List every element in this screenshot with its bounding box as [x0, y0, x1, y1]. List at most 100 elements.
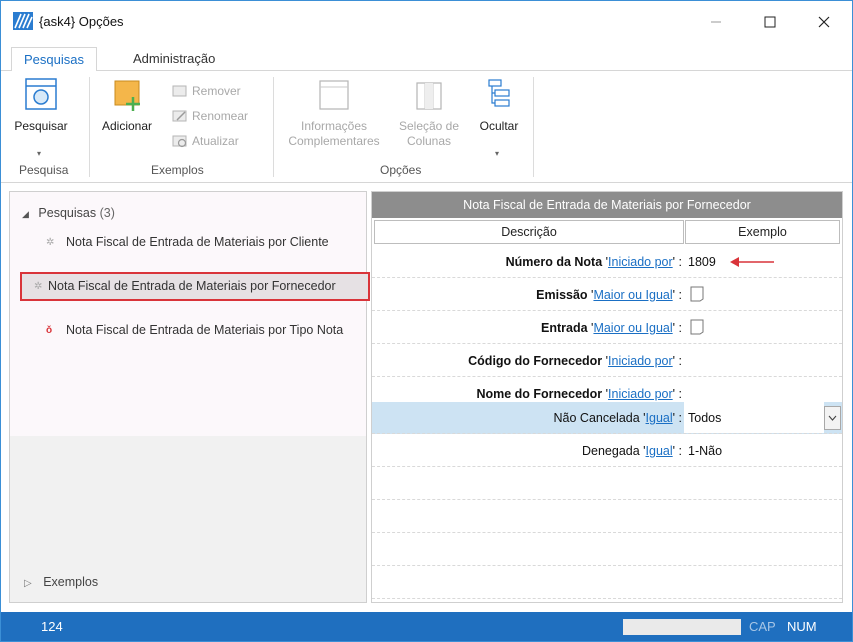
hide-tree-icon [488, 79, 510, 107]
search-item-modified-icon: ǒ [46, 325, 53, 336]
tree-root-exemplos[interactable]: ▷ Exemplos [24, 575, 98, 589]
remover-button[interactable]: Remover [171, 81, 241, 101]
operator-link[interactable]: Igual [646, 444, 673, 458]
operator-link[interactable]: Igual [646, 411, 673, 425]
calendar-icon[interactable] [690, 286, 704, 302]
ribbon: Pesquisar ▾ Adicionar Remover Renomear A… [1, 71, 852, 183]
remover-label: Remover [192, 84, 241, 98]
selecao-colunas-button[interactable]: Seleção de Colunas [393, 77, 465, 149]
caps-lock-indicator: CAP [749, 619, 776, 634]
tree-item-label: Nota Fiscal de Entrada de Materiais por … [66, 235, 329, 249]
field-label: Não Cancelada [553, 411, 640, 425]
adicionar-label: Adicionar [101, 119, 153, 133]
tree-root-count: (3) [99, 206, 115, 220]
pesquisar-button[interactable]: Pesquisar [9, 77, 73, 134]
field-label: Denegada [581, 444, 640, 458]
tab-pesquisas[interactable]: Pesquisas [11, 47, 97, 72]
combo-value[interactable]: Todos [688, 411, 721, 425]
ribbon-separator [89, 77, 90, 177]
operator-link[interactable]: Iniciado por [608, 387, 673, 401]
pesquisar-dropdown-icon[interactable]: ▾ [37, 149, 41, 158]
rename-icon [172, 110, 187, 122]
collapse-triangle-icon[interactable]: ◢ [22, 209, 29, 219]
tree-item-tipo-nota[interactable]: ǒ Nota Fiscal de Entrada de Materiais po… [46, 322, 346, 339]
maximize-button[interactable] [747, 7, 793, 37]
tree-root-pesquisas[interactable]: ◢ Pesquisas (3) [22, 206, 115, 220]
ocultar-button[interactable]: Ocultar [471, 77, 527, 134]
pesquisar-label: Pesquisar [14, 119, 68, 133]
status-code: 124 [41, 619, 63, 634]
grid-row-codigo-fornecedor[interactable]: Código do Fornecedor 'Iniciado por' : [372, 345, 842, 377]
informacoes-complementares-button[interactable]: Informações Complementares [279, 77, 389, 149]
grid-row-numero-nota[interactable]: Número da Nota 'Iniciado por' : 1809 [372, 246, 842, 278]
info-label-line2: Complementares [288, 134, 380, 148]
ribbon-separator [533, 77, 534, 177]
field-label: Nome do Fornecedor [476, 387, 603, 401]
field-label: Emissão [536, 288, 588, 302]
chevron-down-icon [828, 415, 837, 421]
row-value[interactable]: 1-Não [688, 444, 722, 458]
grid-row-empty [372, 501, 842, 533]
grid-row-empty [372, 468, 842, 500]
app-logo-icon [13, 12, 33, 30]
expand-triangle-icon[interactable]: ▷ [24, 578, 32, 589]
add-icon [114, 80, 140, 111]
column-header-descricao[interactable]: Descrição [374, 220, 684, 244]
info-label-line1: Informações [300, 119, 368, 133]
ocultar-label: Ocultar [479, 119, 519, 133]
tree-item-cliente[interactable]: ✲ Nota Fiscal de Entrada de Materiais po… [46, 234, 346, 251]
column-header-exemplo[interactable]: Exemplo [685, 220, 840, 244]
row-description: Nome do Fornecedor 'Iniciado por' : [476, 387, 682, 401]
field-label: Código do Fornecedor [468, 354, 603, 368]
columns-icon [416, 82, 442, 110]
window-title: {ask4} Opções [39, 14, 124, 29]
maximize-icon [764, 16, 776, 28]
minimize-icon [711, 21, 721, 23]
ocultar-dropdown-icon[interactable]: ▾ [495, 149, 499, 158]
tree-item-label: Nota Fiscal de Entrada de Materiais por … [66, 323, 344, 337]
adicionar-button[interactable]: Adicionar [93, 77, 161, 134]
grid-row-entrada[interactable]: Entrada 'Maior ou Igual' : [372, 312, 842, 344]
tab-administracao[interactable]: Administração [121, 47, 227, 72]
calendar-icon[interactable] [690, 319, 704, 335]
red-arrow-icon [730, 257, 774, 267]
row-value[interactable]: 1809 [688, 255, 716, 269]
atualizar-label: Atualizar [192, 134, 239, 148]
tree-item-fornecedor[interactable]: ✲ Nota Fiscal de Entrada de Materiais po… [20, 272, 370, 301]
search-item-icon: ✲ [46, 237, 55, 248]
status-progress-box [623, 619, 741, 635]
title-bar: {ask4} Opções [1, 1, 852, 41]
row-description: Emissão 'Maior ou Igual' : [536, 288, 682, 302]
field-label: Número da Nota [505, 255, 603, 269]
grid-row-denegada[interactable]: Denegada 'Igual' : 1-Não [372, 435, 842, 467]
row-description: Entrada 'Maior ou Igual' : [541, 321, 682, 335]
grid-row-nao-cancelada[interactable]: Não Cancelada 'Igual' : Todos [372, 402, 842, 434]
row-description: Não Cancelada 'Igual' : [553, 411, 682, 425]
renomear-button[interactable]: Renomear [171, 106, 248, 126]
selecao-label-line2: Colunas [406, 134, 452, 148]
operator-link[interactable]: Iniciado por [608, 255, 673, 269]
refresh-icon [172, 135, 187, 148]
search-grid-icon [25, 78, 57, 110]
row-description: Número da Nota 'Iniciado por' : [505, 255, 682, 269]
grid-title: Nota Fiscal de Entrada de Materiais por … [372, 192, 842, 218]
selecao-label-line1: Seleção de [398, 119, 460, 133]
operator-link[interactable]: Maior ou Igual [593, 321, 672, 335]
operator-link[interactable]: Iniciado por [608, 354, 673, 368]
atualizar-button[interactable]: Atualizar [171, 131, 239, 151]
ribbon-tabs: Pesquisas Administração [1, 45, 852, 72]
grid-row-empty [372, 567, 842, 599]
operator-link[interactable]: Maior ou Igual [593, 288, 672, 302]
tree-background [10, 192, 366, 436]
grid-row-emissao[interactable]: Emissão 'Maior ou Igual' : [372, 279, 842, 311]
group-label-pesquisa: Pesquisa [19, 163, 69, 177]
tree-item-label: Nota Fiscal de Entrada de Materiais por … [48, 279, 336, 293]
combo-dropdown-button[interactable] [824, 406, 841, 430]
row-description: Código do Fornecedor 'Iniciado por' : [468, 354, 682, 368]
minimize-button[interactable] [693, 7, 739, 37]
exemplos-label: Exemplos [43, 575, 99, 589]
num-lock-indicator: NUM [787, 619, 817, 634]
search-fields-grid: Nota Fiscal de Entrada de Materiais por … [371, 191, 843, 603]
close-button[interactable] [801, 7, 847, 37]
group-label-opcoes: Opções [380, 163, 422, 177]
